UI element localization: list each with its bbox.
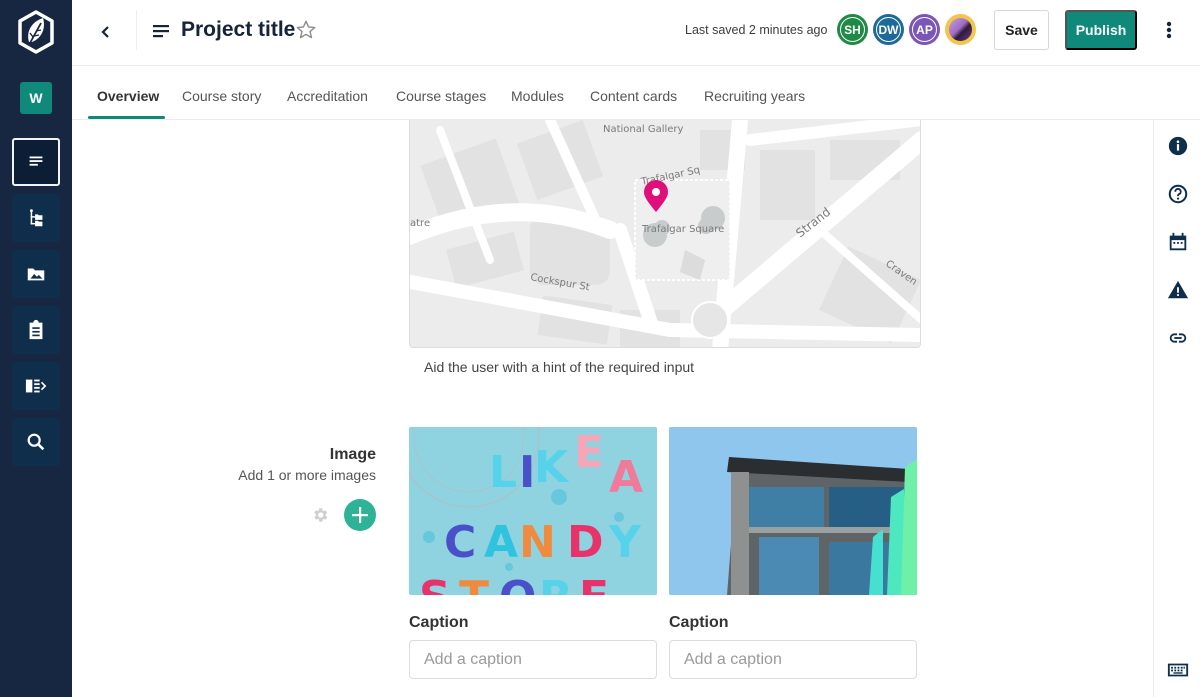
svg-text:L: L	[489, 447, 517, 498]
right-sidebar	[1153, 120, 1200, 697]
svg-text:I: I	[519, 447, 535, 498]
svg-text:E: E	[579, 572, 609, 595]
map-hint-text: Aid the user with a hint of the required…	[424, 359, 695, 375]
sidebar-item-overview[interactable]	[12, 138, 60, 186]
publish-button[interactable]: Publish	[1065, 10, 1137, 50]
top-header: Project title Last saved 2 minutes ago S…	[72, 0, 1200, 66]
tab-recruiting-years[interactable]: Recruiting years	[704, 88, 805, 104]
caption-label: Caption	[409, 614, 469, 631]
svg-text:T: T	[459, 572, 489, 595]
link-icon[interactable]	[1167, 327, 1189, 349]
folder-tree-icon	[29, 209, 43, 227]
sidebar-item-panels[interactable]	[12, 362, 60, 410]
image-folder-icon	[27, 268, 45, 281]
tab-course-stages[interactable]: Course stages	[396, 88, 486, 104]
collaborator-avatar[interactable]: AP	[909, 14, 940, 45]
left-sidebar: W	[0, 0, 72, 697]
favorite-star-icon[interactable]	[295, 19, 317, 41]
back-button[interactable]	[92, 18, 120, 46]
plus-icon	[352, 507, 368, 523]
map-label: atre	[410, 218, 430, 229]
active-tab-indicator	[88, 116, 165, 119]
sidebar-item-search[interactable]	[12, 418, 60, 466]
svg-text:K: K	[534, 442, 570, 493]
image-field-sublabel: Add 1 or more images	[238, 467, 376, 483]
header-divider	[136, 10, 137, 50]
sidebar-item-structure[interactable]	[12, 194, 60, 242]
map-label: Trafalgar Square	[641, 224, 724, 235]
svg-text:Y: Y	[608, 517, 642, 568]
collaborator-avatar[interactable]: SH	[837, 14, 868, 45]
clipboard-icon	[29, 319, 43, 340]
gear-icon[interactable]	[311, 506, 329, 524]
tab-bar: Overview Course story Accreditation Cour…	[72, 66, 1200, 120]
page-title: Project title	[181, 18, 296, 41]
image-thumbnail[interactable]	[669, 427, 917, 595]
sidebar-item-assessments[interactable]	[12, 306, 60, 354]
document-lines-icon	[29, 156, 43, 166]
svg-text:C: C	[444, 517, 476, 568]
add-image-button[interactable]	[344, 499, 376, 531]
svg-text:D: D	[567, 517, 604, 568]
tab-accreditation[interactable]: Accreditation	[287, 88, 368, 104]
image-thumbnail[interactable]: L I K E A C A N D Y S T O R E	[409, 427, 657, 595]
last-saved-status: Last saved 2 minutes ago	[685, 23, 828, 37]
help-icon[interactable]	[1167, 183, 1189, 205]
map-view[interactable]: National Gallery Trafalgar Sq Trafalgar …	[409, 120, 921, 348]
warning-icon[interactable]	[1167, 279, 1189, 301]
more-options-icon[interactable]	[1158, 18, 1180, 42]
map-label: National Gallery	[603, 124, 684, 135]
tab-course-story[interactable]: Course story	[182, 88, 261, 104]
caption-label: Caption	[669, 614, 729, 631]
svg-text:S: S	[419, 572, 451, 595]
svg-text:O: O	[499, 572, 536, 595]
tab-content-cards[interactable]: Content cards	[590, 88, 677, 104]
collaborator-avatar[interactable]: DW	[873, 14, 904, 45]
image-field-label: Image	[329, 446, 376, 463]
svg-text:E: E	[574, 427, 604, 478]
sidebar-item-media[interactable]	[12, 250, 60, 298]
caption-input[interactable]	[669, 640, 917, 679]
tab-overview[interactable]: Overview	[97, 88, 159, 104]
calendar-icon[interactable]	[1167, 231, 1189, 253]
svg-text:A: A	[609, 452, 643, 503]
caption-input[interactable]	[409, 640, 657, 679]
svg-text:A: A	[484, 517, 518, 568]
save-button[interactable]: Save	[994, 10, 1049, 50]
list-expand-icon	[25, 379, 47, 393]
chevron-left-icon	[101, 26, 109, 38]
search-icon	[27, 433, 45, 451]
keyboard-icon[interactable]	[1167, 659, 1189, 681]
document-lines-icon	[152, 22, 170, 40]
svg-text:N: N	[519, 517, 556, 568]
workspace-avatar[interactable]: W	[20, 82, 52, 114]
info-icon[interactable]	[1167, 135, 1189, 157]
app-root: W Project title Last saved 2 minutes ago…	[0, 0, 1200, 697]
tab-modules[interactable]: Modules	[511, 88, 564, 104]
app-logo-icon[interactable]	[17, 10, 55, 54]
svg-text:R: R	[539, 572, 573, 595]
collaborator-avatar-photo[interactable]	[945, 14, 976, 45]
